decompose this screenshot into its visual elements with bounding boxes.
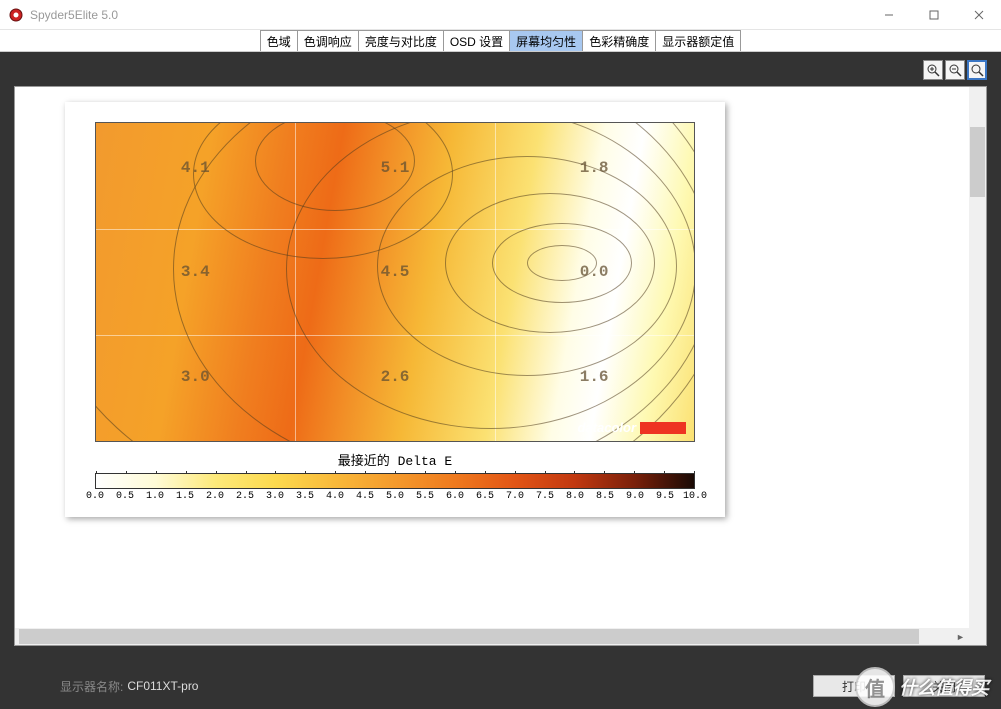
chart-card: 4.1 5.1 1.8 3.4 4.5 0.0 3.0 2.6 1.6 data…	[65, 102, 725, 517]
tick-label: 8.5	[596, 491, 614, 502]
cell-value: 5.1	[381, 159, 410, 177]
tick-label: 2.0	[206, 491, 224, 502]
tab-bar: 色域 色调响应 亮度与对比度 OSD 设置 屏幕均匀性 色彩精确度 显示器额定值	[0, 30, 1001, 52]
tab-monitor-rating[interactable]: 显示器额定值	[656, 30, 741, 51]
tick-label: 6.5	[476, 491, 494, 502]
tick-label: 8.0	[566, 491, 584, 502]
close-panel-button[interactable]: 关闭	[903, 675, 985, 697]
brand-text: datacolor	[577, 420, 636, 435]
tick-label: 9.5	[656, 491, 674, 502]
tab-color-accuracy[interactable]: 色彩精确度	[583, 30, 656, 51]
tick-label: 4.5	[356, 491, 374, 502]
window-titlebar: Spyder5Elite 5.0	[0, 0, 1001, 30]
legend-title: 最接近的 Delta E	[85, 450, 705, 469]
maximize-button[interactable]	[911, 0, 956, 30]
tick-label: 5.5	[416, 491, 434, 502]
tick-label: 5.0	[386, 491, 404, 502]
footer-bar: 显示器名称: CF011XT-pro 打印 关闭	[0, 671, 1001, 701]
cell-value: 4.1	[181, 159, 210, 177]
tick-label: 9.0	[626, 491, 644, 502]
print-button[interactable]: 打印	[813, 675, 895, 697]
tick-label: 3.5	[296, 491, 314, 502]
window-title: Spyder5Elite 5.0	[30, 8, 866, 22]
tick-label: 0.5	[116, 491, 134, 502]
tick-label: 7.0	[506, 491, 524, 502]
tab-gamut[interactable]: 色域	[260, 30, 298, 51]
tab-brightness-contrast[interactable]: 亮度与对比度	[359, 30, 444, 51]
tick-label: 6.0	[446, 491, 464, 502]
tick-label: 1.5	[176, 491, 194, 502]
cell-value: 3.4	[181, 263, 210, 281]
tick-label: 2.5	[236, 491, 254, 502]
tick-label: 7.5	[536, 491, 554, 502]
cell-value: 1.8	[580, 159, 609, 177]
colorbar-ticks: 0.00.51.01.52.02.53.03.54.04.55.05.56.06…	[95, 491, 695, 505]
tab-tone-response[interactable]: 色调响应	[298, 30, 359, 51]
legend: 最接近的 Delta E 0.0 0.5 1.0 1.5 2.0 2.5 3.0 3.5 4.0…	[85, 450, 705, 505]
brand-swatch	[640, 422, 686, 434]
monitor-name-label: 显示器名称:	[60, 678, 123, 695]
tick-label: 1.0	[146, 491, 164, 502]
zoom-out-button[interactable]	[945, 60, 965, 80]
tick-label: 0.0	[86, 491, 104, 502]
zoom-fit-button[interactable]	[967, 60, 987, 80]
monitor-name-value: CF011XT-pro	[127, 679, 198, 693]
cell-value: 1.6	[580, 368, 609, 386]
datacolor-brand: datacolor	[577, 420, 686, 435]
close-button[interactable]	[956, 0, 1001, 30]
workspace: 4.1 5.1 1.8 3.4 4.5 0.0 3.0 2.6 1.6 data…	[0, 52, 1001, 709]
zoom-in-button[interactable]	[923, 60, 943, 80]
tick-label: 4.0	[326, 491, 344, 502]
scroll-right-icon[interactable]: ►	[952, 628, 969, 645]
horizontal-scrollbar[interactable]: ◄ ►	[15, 628, 986, 645]
tick-label: 10.0	[683, 491, 707, 502]
app-icon	[8, 7, 24, 23]
tab-screen-uniformity[interactable]: 屏幕均匀性	[510, 30, 583, 51]
colorbar	[95, 473, 695, 489]
zoom-toolbar	[923, 60, 987, 80]
tick-label: 3.0	[266, 491, 284, 502]
chart-viewport: 4.1 5.1 1.8 3.4 4.5 0.0 3.0 2.6 1.6 data…	[14, 86, 987, 646]
vertical-scrollbar[interactable]	[969, 87, 986, 628]
cell-value: 2.6	[381, 368, 410, 386]
cell-value: 3.0	[181, 368, 210, 386]
tab-osd-settings[interactable]: OSD 设置	[444, 30, 510, 51]
cell-value: 0.0	[580, 263, 609, 281]
cell-value: 4.5	[381, 263, 410, 281]
minimize-button[interactable]	[866, 0, 911, 30]
uniformity-heatmap: 4.1 5.1 1.8 3.4 4.5 0.0 3.0 2.6 1.6 data…	[95, 122, 695, 442]
